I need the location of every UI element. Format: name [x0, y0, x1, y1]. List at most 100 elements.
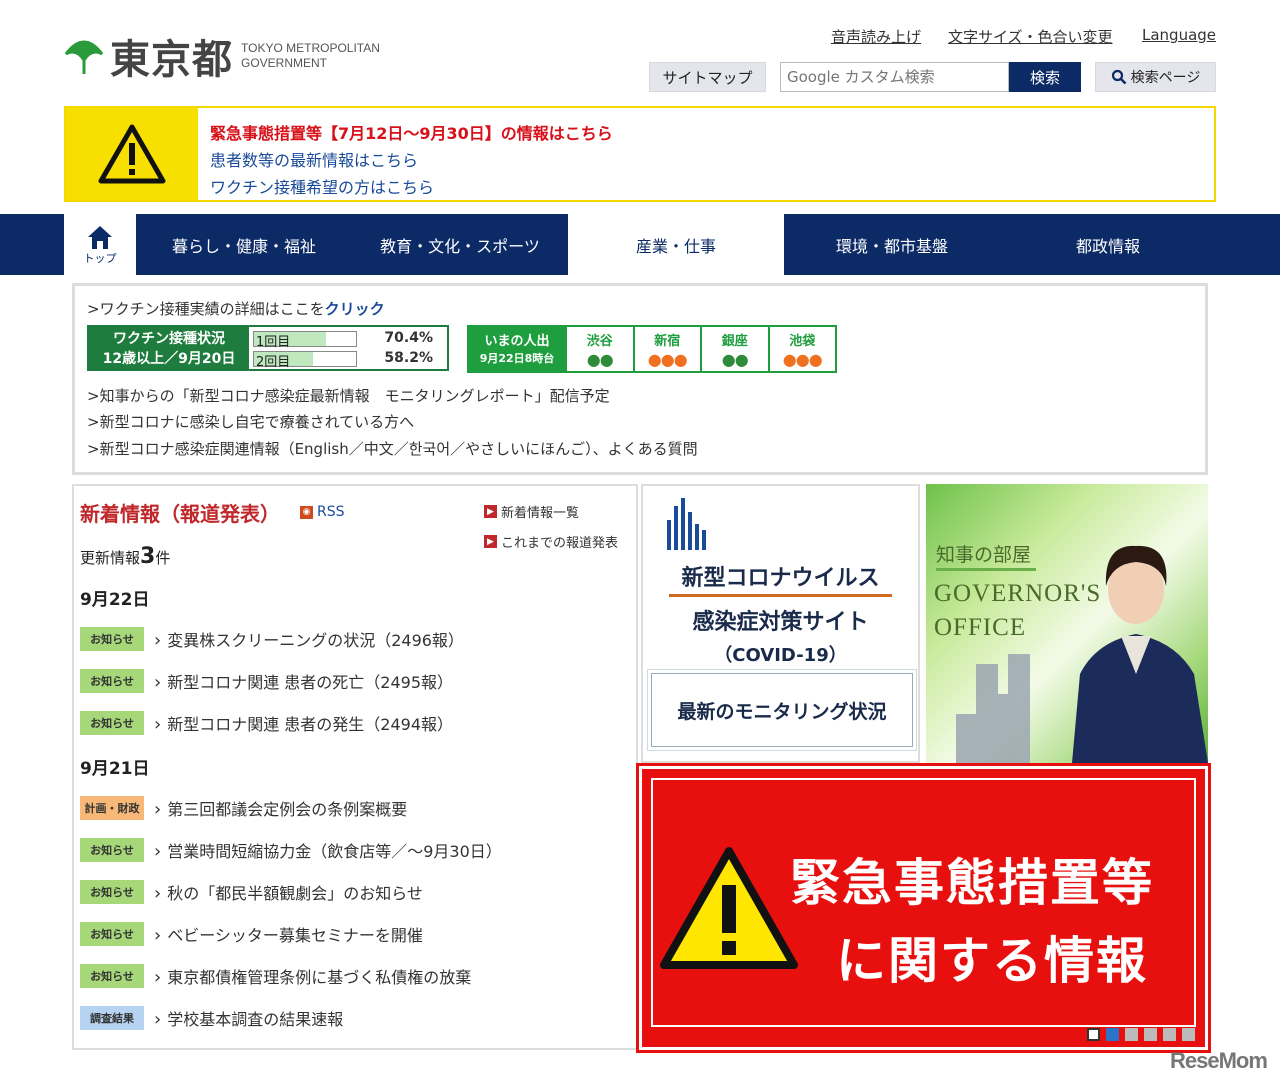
news-date: 9月22日: [80, 590, 150, 610]
monitoring-report-link[interactable]: >知事からの「新型コロナ感染症最新情報 モニタリングレポート」配信予定: [87, 385, 610, 406]
warning-icon-box: [66, 108, 198, 200]
governor-ja-title: 知事の部屋: [936, 544, 1032, 566]
category-badge: お知らせ: [80, 880, 144, 904]
covid-site-banner[interactable]: 新型コロナウイルス 感染症対策サイト （COVID-19） 最新のモニタリング状…: [641, 484, 920, 763]
dose1-bar: 1回目: [253, 331, 357, 350]
news-item-title: 学校基本調査の結果速報: [154, 1006, 343, 1030]
vaccine-details-link[interactable]: >ワクチン接種実績の詳細はここをクリック: [87, 298, 385, 319]
emergency-banner-line2: に関する情報: [836, 932, 1148, 990]
nav-industry-work[interactable]: 産業・仕事: [568, 214, 784, 275]
news-item-title: 新型コロナ関連 患者の発生（2494報）: [154, 711, 453, 735]
home-care-link[interactable]: >新型コロナに感染し自宅で療養されている方へ: [87, 411, 414, 432]
emergency-banner-line1: 緊急事態措置等: [790, 854, 1154, 912]
search-icon: [1111, 69, 1127, 85]
governor-portrait: [1072, 545, 1208, 763]
category-badge: お知らせ: [80, 669, 144, 693]
carousel-pause-button[interactable]: [1087, 1028, 1100, 1041]
category-badge: お知らせ: [80, 627, 144, 651]
font-color-settings-link[interactable]: 文字サイズ・色合い変更: [948, 26, 1113, 47]
monitoring-button[interactable]: 最新のモニタリング状況: [647, 669, 917, 751]
news-item[interactable]: お知らせ秋の「都民半額観劇会」のお知らせ: [80, 879, 423, 905]
category-badge: 調査結果: [80, 1006, 144, 1030]
news-title: 新着情報（報道発表）: [80, 502, 280, 526]
news-item[interactable]: お知らせ新型コロナ関連 患者の発生（2494報）: [80, 710, 453, 736]
news-item[interactable]: 計画・財政第三回都議会定例会の条例案概要: [80, 795, 407, 821]
dose2-bar: 2回目: [253, 351, 357, 370]
multilingual-info-link[interactable]: >新型コロナ感染症関連情報（English／中文／한국어／やさしいにほんご）、よ…: [87, 438, 698, 459]
carousel-indicators: [1087, 1028, 1195, 1041]
alert-box: 緊急事態措置等【7月12日～9月30日】の情報はこちら 患者数等の最新情報はこち…: [64, 106, 1216, 202]
sitemap-button[interactable]: サイトマップ: [649, 62, 766, 92]
divider: [669, 594, 892, 597]
covid-site-line1: 新型コロナウイルス: [681, 566, 880, 591]
text-to-speech-link[interactable]: 音声読み上げ: [831, 26, 921, 47]
news-item-title: 変異株スクリーニングの状況（2496報）: [154, 627, 464, 651]
tower-building-image: [956, 654, 1030, 763]
search-page-label: 検索ページ: [1130, 70, 1201, 86]
nav-government-info[interactable]: 都政情報: [1000, 214, 1216, 275]
warning-icon: [98, 124, 166, 184]
news-item-title: 営業時間短縮協力金（飲食店等／～9月30日）: [154, 838, 502, 862]
category-badge: 計画・財政: [80, 796, 144, 820]
crowd-label: いまの人出 9月22日8時台: [469, 327, 565, 371]
nav-education-culture[interactable]: 教育・文化・スポーツ: [352, 214, 568, 275]
emergency-measures-link[interactable]: 緊急事態措置等【7月12日～9月30日】の情報はこちら: [210, 120, 613, 144]
nav-home[interactable]: トップ: [64, 214, 136, 275]
news-item[interactable]: お知らせ東京都債権管理条例に基づく私債権の放棄: [80, 963, 471, 989]
vaccine-link[interactable]: ワクチン接種希望の方はこちら: [210, 174, 434, 198]
carousel-dot[interactable]: [1182, 1028, 1195, 1041]
search-page-button[interactable]: 検索ページ: [1095, 62, 1216, 92]
dose1-percent: 70.4%: [384, 330, 433, 346]
category-badge: お知らせ: [80, 922, 144, 946]
home-icon: [88, 225, 112, 249]
governor-office-banner[interactable]: 知事の部屋 GOVERNOR'S OFFICE: [926, 484, 1208, 763]
search-button[interactable]: 検索: [1009, 62, 1081, 92]
nav-living-health[interactable]: 暮らし・健康・福祉: [136, 214, 352, 275]
news-item-title: 新型コロナ関連 患者の死亡（2495報）: [154, 669, 453, 693]
carousel-dot[interactable]: [1163, 1028, 1176, 1041]
carousel-dot[interactable]: [1106, 1028, 1119, 1041]
press-archive-link[interactable]: ▶ これまでの報道発表: [484, 532, 618, 551]
news-item[interactable]: お知らせ営業時間短縮協力金（飲食店等／～9月30日）: [80, 837, 502, 863]
news-list-link[interactable]: ▶ 新着情報一覧: [484, 502, 579, 521]
divider: [936, 568, 1036, 571]
category-badge: お知らせ: [80, 711, 144, 735]
news-item[interactable]: 調査結果学校基本調査の結果速報: [80, 1005, 343, 1031]
watermark-logo: ReseMom: [1170, 1048, 1268, 1073]
news-item-title: ベビーシッター募集セミナーを開催: [154, 922, 423, 946]
vaccine-status-widget[interactable]: ワクチン接種状況 12歳以上／9月20日 1回目 70.4% 2回目 58.2%: [87, 325, 449, 371]
news-item-title: 第三回都議会定例会の条例案概要: [154, 796, 407, 820]
language-link[interactable]: Language: [1142, 26, 1216, 44]
covid-site-line2: 感染症対策サイト: [692, 610, 869, 635]
patient-info-link[interactable]: 患者数等の最新情報はこちら: [210, 147, 418, 171]
emergency-measures-banner[interactable]: 緊急事態措置等 に関する情報: [636, 763, 1211, 1053]
rss-icon: ◉: [300, 505, 313, 519]
crowd-status-widget[interactable]: いまの人出 9月22日8時台 渋谷 ●● 新宿 ●●● 銀座 ●● 池袋 ●●●: [467, 325, 837, 373]
warning-icon: [660, 847, 798, 969]
tokyo-logo[interactable]: 東京都 TOKYO METROPOLITAN GOVERNMENT: [62, 32, 402, 83]
carousel-dot[interactable]: [1125, 1028, 1138, 1041]
nav-environment[interactable]: 環境・都市基盤: [784, 214, 1000, 275]
dose2-percent: 58.2%: [384, 350, 433, 366]
governor-en-title-2: OFFICE: [934, 614, 1027, 641]
news-date: 9月21日: [80, 759, 150, 779]
bar-graph-icon: [667, 498, 706, 550]
search-input[interactable]: [780, 62, 1009, 92]
news-item-title: 東京都債権管理条例に基づく私債権の放棄: [154, 964, 471, 988]
crowd-area-ikebukuro: 池袋 ●●●: [767, 327, 836, 371]
news-item[interactable]: お知らせ変異株スクリーニングの状況（2496報）: [80, 626, 464, 652]
crowd-area-shibuya: 渋谷 ●●: [565, 327, 633, 371]
rss-link[interactable]: ◉ RSS: [300, 504, 345, 520]
news-item[interactable]: お知らせベビーシッター募集セミナーを開催: [80, 921, 423, 947]
crowd-area-ginza: 銀座 ●●: [700, 327, 768, 371]
ginkgo-leaf-icon: [64, 40, 104, 74]
logo-text-en: TOKYO METROPOLITAN GOVERNMENT: [241, 41, 380, 70]
arrow-right-icon: ▶: [484, 505, 497, 518]
arrow-right-icon: ▶: [484, 535, 497, 548]
category-badge: お知らせ: [80, 838, 144, 862]
news-item[interactable]: お知らせ新型コロナ関連 患者の死亡（2495報）: [80, 668, 453, 694]
vaccine-status-label: ワクチン接種状況 12歳以上／9月20日: [89, 327, 249, 369]
carousel-dot[interactable]: [1144, 1028, 1157, 1041]
news-item-title: 秋の「都民半額観劇会」のお知らせ: [154, 880, 423, 904]
covid-site-line3: （COVID-19）: [714, 645, 847, 666]
